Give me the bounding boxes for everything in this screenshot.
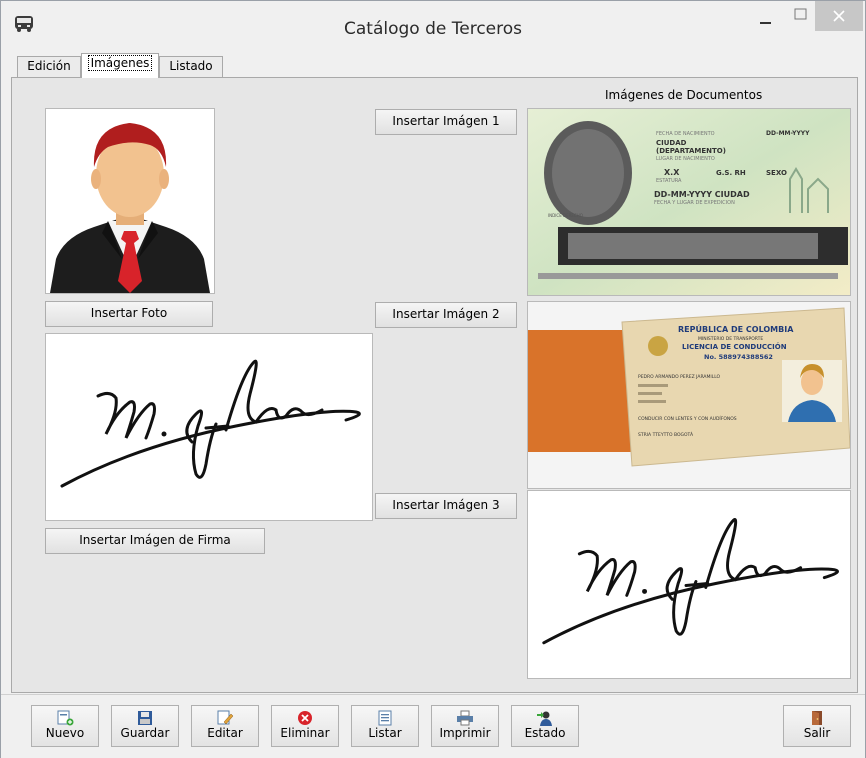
status-button-label: Estado bbox=[524, 726, 566, 740]
save-button-label: Guardar bbox=[120, 726, 170, 740]
exit-button-label: Salir bbox=[803, 726, 831, 740]
print-button[interactable]: Imprimir bbox=[431, 705, 499, 747]
exit-button[interactable]: Salir bbox=[783, 705, 851, 747]
status-button[interactable]: Estado bbox=[511, 705, 579, 747]
document-image-1: FECHA DE NACIMIENTO DD-MM-YYYY CIUDAD (D… bbox=[527, 108, 851, 296]
main-window: Catálogo de Terceros Edición Imágenes Li… bbox=[0, 0, 866, 758]
delete-icon bbox=[298, 711, 312, 725]
license-type: LICENCIA DE CONDUCCIÓN bbox=[682, 342, 787, 351]
license-image: REPÚBLICA DE COLOMBIA MINISTERIO DE TRAN… bbox=[528, 302, 850, 488]
tab-imagenes-label: Imágenes bbox=[87, 55, 153, 71]
id-height: X.X bbox=[664, 168, 680, 177]
id-department: (DEPARTAMENTO) bbox=[656, 147, 726, 155]
id-birth-date-label: FECHA DE NACIMIENTO bbox=[656, 131, 715, 137]
license-country: REPÚBLICA DE COLOMBIA bbox=[678, 323, 794, 334]
bottom-toolbar: Nuevo Guardar Editar Eliminar Listar Imp… bbox=[1, 694, 865, 758]
id-index-label: INDICE DERECHO bbox=[548, 213, 583, 218]
document-image-2: REPÚBLICA DE COLOMBIA MINISTERIO DE TRAN… bbox=[527, 301, 851, 489]
delete-button[interactable]: Eliminar bbox=[271, 705, 339, 747]
printer-icon bbox=[457, 710, 473, 726]
tab-imagenes[interactable]: Imágenes bbox=[81, 53, 159, 78]
tab-listado[interactable]: Listado bbox=[159, 56, 223, 77]
new-button[interactable]: Nuevo bbox=[31, 705, 99, 747]
close-button[interactable] bbox=[815, 1, 863, 31]
minimize-button[interactable] bbox=[743, 1, 789, 31]
save-disk-icon bbox=[138, 711, 152, 725]
insert-signature-button[interactable]: Insertar Imágen de Firma bbox=[45, 528, 265, 554]
minimize-icon bbox=[760, 22, 771, 24]
delete-button-label: Eliminar bbox=[280, 726, 330, 740]
insert-image-3-button[interactable]: Insertar Imágen 3 bbox=[375, 493, 517, 519]
id-sex-label: SEXO bbox=[766, 169, 787, 177]
license-conditions: CONDUCIR CON LENTES Y CON AUDÍFONOS bbox=[638, 415, 737, 422]
document-image-3 bbox=[527, 490, 851, 679]
id-blood: G.S. RH bbox=[716, 169, 746, 177]
id-height-label: ESTATURA bbox=[656, 178, 682, 184]
new-document-icon bbox=[57, 710, 74, 726]
new-button-label: Nuevo bbox=[45, 726, 85, 740]
signature-document-image bbox=[528, 492, 850, 677]
list-button[interactable]: Listar bbox=[351, 705, 419, 747]
documents-label: Imágenes de Documentos bbox=[605, 88, 763, 102]
avatar-image bbox=[46, 109, 214, 293]
id-birth-place-label: LUGAR DE NACIMIENTO bbox=[656, 156, 715, 162]
id-issue-label: FECHA Y LUGAR DE EXPEDICION bbox=[654, 200, 735, 206]
insert-image-2-button[interactable]: Insertar Imágen 2 bbox=[375, 302, 517, 328]
edit-button-label: Editar bbox=[207, 726, 243, 740]
title-bar: Catálogo de Terceros bbox=[1, 1, 865, 47]
insert-photo-button[interactable]: Insertar Foto bbox=[45, 301, 213, 327]
license-ministry: MINISTERIO DE TRANSPORTE bbox=[698, 336, 763, 342]
edit-button[interactable]: Editar bbox=[191, 705, 259, 747]
id-issue: DD-MM-YYYY CIUDAD bbox=[654, 190, 750, 199]
insert-image-1-button[interactable]: Insertar Imágen 1 bbox=[375, 109, 517, 135]
exit-door-icon bbox=[812, 711, 822, 725]
maximize-icon bbox=[794, 8, 807, 20]
print-button-label: Imprimir bbox=[439, 726, 491, 740]
edit-pencil-icon bbox=[217, 710, 234, 725]
id-city: CIUDAD bbox=[656, 139, 687, 147]
list-button-label: Listar bbox=[368, 726, 402, 740]
close-icon bbox=[833, 10, 845, 22]
save-button[interactable]: Guardar bbox=[111, 705, 179, 747]
tab-edicion[interactable]: Edición bbox=[17, 56, 81, 77]
license-name: PEDRO ARMANDO PEREZ JARAMILLO bbox=[638, 374, 721, 380]
license-number: No. 588974388562 bbox=[704, 353, 773, 361]
signature-image bbox=[46, 334, 372, 520]
license-office: STRIA TTEYTTO BOGOTÁ bbox=[638, 431, 694, 438]
id-card-image: FECHA DE NACIMIENTO DD-MM-YYYY CIUDAD (D… bbox=[528, 109, 850, 295]
maximize-button[interactable] bbox=[789, 1, 815, 31]
id-birth-date: DD-MM-YYYY bbox=[766, 130, 810, 137]
photo-frame bbox=[45, 108, 215, 294]
user-status-icon bbox=[537, 711, 552, 726]
signature-frame bbox=[45, 333, 373, 521]
list-icon bbox=[378, 710, 392, 726]
window-title: Catálogo de Terceros bbox=[344, 19, 522, 39]
